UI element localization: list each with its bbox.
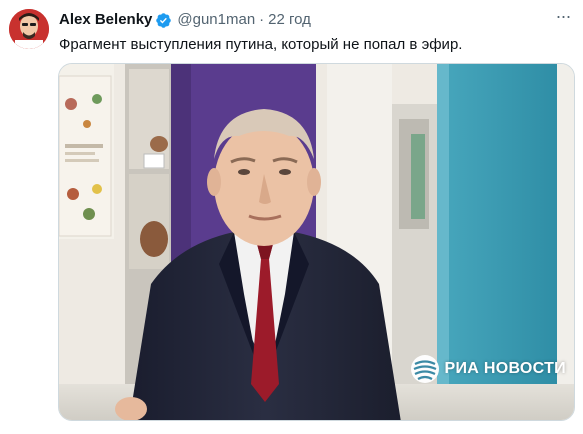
tweet-card[interactable]: Alex Belenky @gun1man · 22 год ··· Фрагм… xyxy=(0,0,583,434)
more-horizontal-icon[interactable]: ··· xyxy=(553,7,573,28)
author-handle[interactable]: @gun1man xyxy=(177,11,255,29)
watermark-text: РИА НОВОСТИ xyxy=(444,360,566,377)
avatar-image xyxy=(9,9,49,49)
tweet-text: Фрагмент выступления путина, который не … xyxy=(59,36,463,53)
tweet-header: Alex Belenky @gun1man · 22 год xyxy=(59,11,311,29)
ria-novosti-watermark: РИА НОВОСТИ xyxy=(410,354,566,384)
verified-badge-icon[interactable] xyxy=(155,12,172,29)
ria-logo-icon xyxy=(411,355,440,383)
author-display-name[interactable]: Alex Belenky xyxy=(59,11,152,29)
avatar[interactable] xyxy=(9,9,49,49)
separator-dot: · xyxy=(259,11,265,28)
tweet-timestamp[interactable]: 22 год xyxy=(268,11,311,29)
tweet-media-video[interactable]: РИА НОВОСТИ xyxy=(58,63,575,421)
